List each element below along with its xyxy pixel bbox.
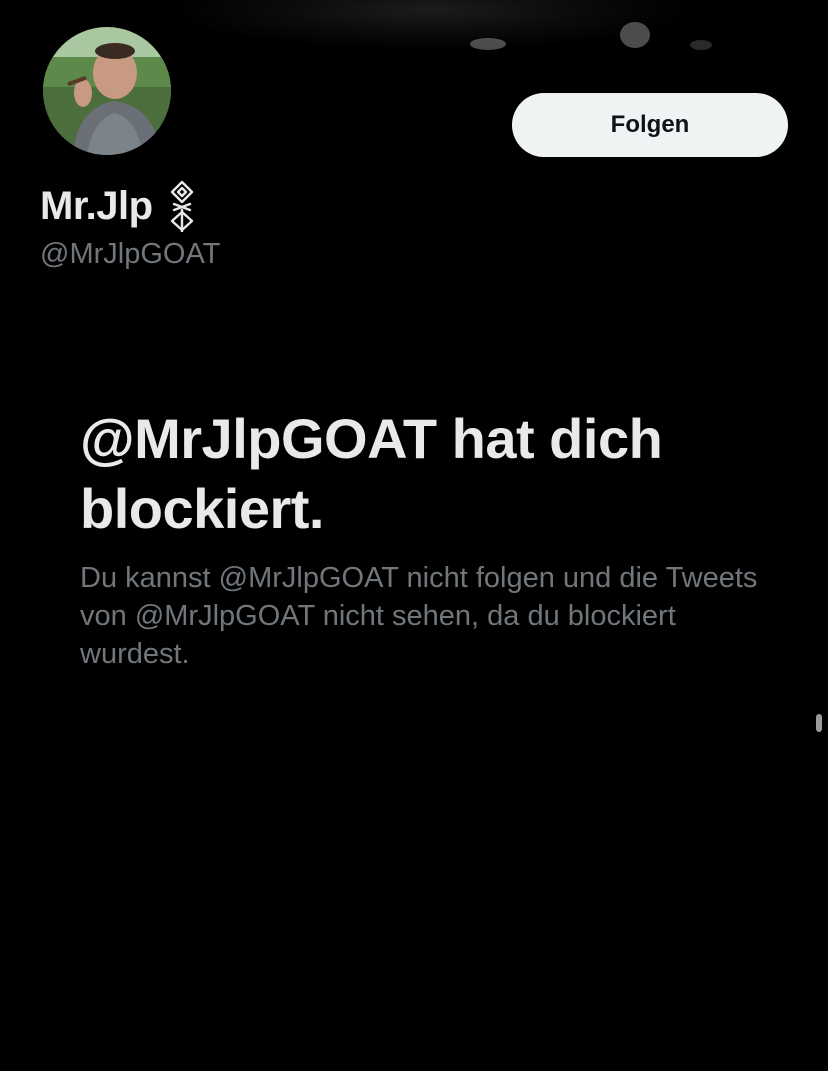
blocked-description: Du kannst @MrJlpGOAT nicht folgen und di… bbox=[80, 562, 758, 670]
banner-detail bbox=[620, 22, 650, 48]
follow-button[interactable]: Folgen bbox=[512, 93, 788, 157]
banner-detail bbox=[470, 38, 506, 50]
display-name-row: Mr.Jlp bbox=[40, 180, 199, 234]
display-name: Mr.Jlp bbox=[40, 183, 153, 228]
profile-handle: @MrJlpGOAT bbox=[40, 238, 221, 270]
rune-symbol-icon bbox=[165, 180, 199, 234]
banner-detail bbox=[690, 40, 712, 50]
avatar[interactable] bbox=[40, 24, 174, 158]
blocked-title: @MrJlpGOAT hat dich blockiert. bbox=[80, 407, 663, 540]
scrollbar-thumb[interactable] bbox=[816, 714, 822, 732]
avatar-image bbox=[43, 27, 171, 155]
